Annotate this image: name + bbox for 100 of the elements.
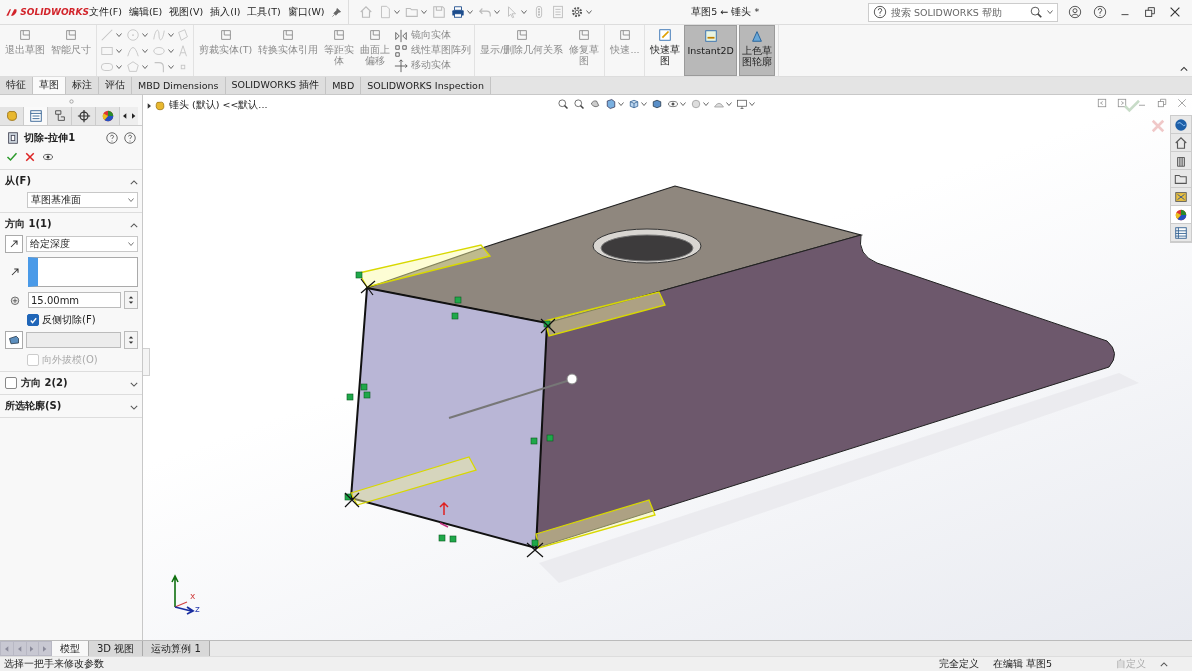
confirm-icon[interactable] (6, 151, 18, 163)
caret-icon (467, 10, 474, 14)
end-condition-dropdown[interactable]: 给定深度 (26, 236, 138, 252)
scroll-right-button[interactable] (129, 107, 138, 125)
tab[interactable]: 3D 视图 (89, 641, 144, 656)
previous-tab-button[interactable] (13, 642, 26, 655)
depth-field[interactable]: 15.00mm (28, 292, 121, 308)
print-button[interactable] (451, 5, 474, 19)
help-icon[interactable] (123, 131, 137, 145)
splitter-handle[interactable] (143, 348, 150, 376)
selection-box[interactable] (28, 257, 138, 287)
restore-icon[interactable] (1143, 5, 1157, 19)
shaded-contour-icon (749, 29, 764, 43)
sketch-tool-icon (332, 28, 347, 42)
new-document-button[interactable] (378, 5, 401, 19)
pin-icon[interactable] (331, 6, 343, 18)
home-button[interactable] (1171, 134, 1191, 152)
menu-item[interactable]: 编辑(E) (128, 5, 163, 19)
checkbox[interactable] (27, 314, 39, 326)
undo-icon (478, 5, 493, 19)
open-folder-button[interactable] (405, 5, 428, 19)
expand-icon[interactable] (1160, 661, 1168, 667)
tab[interactable]: 特征 (0, 77, 33, 94)
list-button[interactable] (1171, 224, 1191, 242)
caret-icon (128, 198, 134, 202)
view-orientation-button[interactable] (628, 97, 647, 110)
restore-icon[interactable] (1156, 97, 1168, 109)
caret-icon (703, 101, 709, 106)
start-condition-dropdown[interactable]: 草图基准面 (27, 192, 138, 208)
tab[interactable]: SOLIDWORKS 插件 (225, 77, 327, 94)
ribbon-button[interactable]: 快速草图 (648, 25, 683, 76)
cancel-icon[interactable] (24, 151, 36, 163)
next-tab-button[interactable] (26, 642, 39, 655)
direction-arrow-icon (9, 266, 21, 278)
section-title[interactable]: 方向 2(2) (21, 376, 68, 390)
color-wheel-button[interactable] (1171, 206, 1191, 224)
section-title[interactable]: 从(F) (5, 174, 31, 188)
caret-icon (116, 64, 122, 69)
part-tab[interactable] (0, 107, 24, 125)
tab[interactable]: 模型 (52, 641, 89, 656)
tab[interactable]: SOLIDWORKS Inspection (361, 77, 491, 94)
collapse-icon[interactable] (130, 222, 138, 228)
tab[interactable]: MBD Dimensions (132, 77, 226, 94)
menu-item[interactable]: 窗口(W) (287, 5, 325, 19)
configuration-tab[interactable] (48, 107, 72, 125)
grip-icon[interactable] (68, 99, 74, 104)
pane-right-icon[interactable] (1116, 97, 1128, 109)
settings-button[interactable] (570, 5, 593, 19)
tree-item[interactable]: 锤头 (默认) <<默认... (169, 99, 268, 112)
drag-handle[interactable] (448, 373, 578, 419)
pane-left-icon[interactable] (1096, 97, 1108, 109)
ribbon-button[interactable]: Instant2D (684, 25, 737, 76)
collapse-ribbon-icon[interactable] (1180, 66, 1188, 72)
zoom-area-button[interactable] (573, 97, 585, 110)
logo-icon (5, 6, 19, 18)
account-icon[interactable] (1068, 5, 1082, 19)
spinner-button[interactable] (124, 331, 138, 349)
ribbon-button[interactable]: 上色草图轮廓 (738, 25, 775, 76)
tab[interactable]: 草图 (33, 77, 66, 94)
first-tab-button[interactable] (1, 642, 13, 655)
collapse-icon[interactable] (130, 179, 138, 185)
fillet-icon (152, 59, 166, 74)
pointer-button[interactable] (505, 5, 528, 19)
text-tool-icon (176, 43, 190, 58)
help-icon[interactable] (1093, 5, 1107, 19)
tab[interactable]: 标注 (66, 77, 99, 94)
preview-eye-icon[interactable] (42, 151, 54, 163)
tab[interactable]: 评估 (99, 77, 132, 94)
search-field[interactable]: 搜索 SOLIDWORKS 帮助 (868, 2, 1058, 22)
checkbox[interactable] (5, 377, 17, 389)
last-tab-button[interactable] (39, 642, 51, 655)
scroll-left-button[interactable] (120, 107, 129, 125)
expand-icon[interactable] (130, 381, 138, 387)
help-icon (873, 5, 887, 19)
crosshair-tab[interactable] (72, 107, 96, 125)
cut-extrude-icon (6, 131, 20, 145)
globe-button[interactable] (1171, 116, 1191, 134)
menu-item[interactable]: 插入(I) (210, 5, 241, 19)
menu-item[interactable]: 工具(T) (247, 5, 281, 19)
display-style-button[interactable] (651, 97, 663, 110)
tab[interactable]: MBD (326, 77, 362, 94)
expand-icon[interactable] (130, 404, 138, 410)
close-icon[interactable] (1168, 5, 1182, 19)
spinner-button[interactable] (124, 291, 138, 309)
monitor-button[interactable] (736, 97, 755, 110)
tab[interactable]: 运动算例 1 (143, 641, 210, 656)
whats-wrong-icon[interactable] (105, 131, 119, 145)
appearance-button[interactable] (690, 97, 709, 110)
menu-item[interactable]: 文件(F) (89, 5, 122, 19)
draft-angle-field[interactable] (26, 332, 121, 348)
expand-triangle-icon[interactable] (147, 102, 151, 109)
sketch-tool-icon (18, 28, 32, 42)
section-title[interactable]: 方向 1(1) (5, 217, 52, 231)
mirror-icon (394, 28, 409, 43)
section-title[interactable]: 所选轮廓(S) (5, 399, 62, 413)
left-triangle-icon (17, 645, 22, 652)
color-wheel-tab[interactable] (96, 107, 120, 125)
menu-item[interactable]: 视图(V) (169, 5, 204, 19)
reverse-direction-button[interactable] (5, 235, 23, 253)
draft-button[interactable] (5, 331, 23, 349)
